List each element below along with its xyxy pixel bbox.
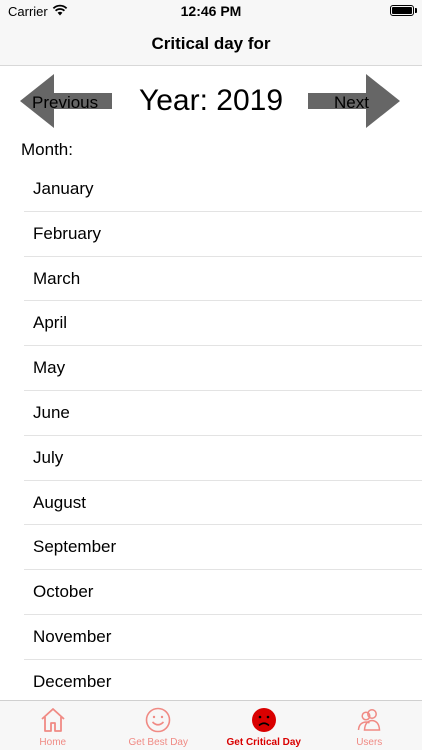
month-item-february[interactable]: February [24, 212, 422, 257]
battery-icon [390, 5, 414, 16]
battery-tip [415, 8, 417, 13]
smile-icon [145, 707, 171, 733]
month-item-august[interactable]: August [24, 481, 422, 526]
status-time: 12:46 PM [180, 3, 242, 19]
year-selector: Previous Year: 2019 Next [0, 70, 422, 132]
tab-get-critical-day-label: Get Critical Day [226, 737, 301, 748]
month-item-april[interactable]: April [24, 301, 422, 347]
next-year-button[interactable]: Next [308, 72, 400, 130]
sad-face-icon [251, 708, 276, 732]
tab-home[interactable]: Home [0, 701, 106, 750]
navigation-bar: Critical day for [0, 22, 422, 66]
month-item-may[interactable]: May [24, 346, 422, 391]
month-heading: Month: [21, 140, 73, 159]
month-item-september[interactable]: September [24, 525, 422, 571]
tab-bar: Home Get Best Day Get Critical Day Users [0, 700, 422, 750]
status-bar: Carrier 12:46 PM [0, 0, 422, 22]
month-item-january[interactable]: January [24, 167, 422, 212]
tab-users[interactable]: Users [317, 701, 422, 750]
tab-home-label: Home [39, 737, 67, 748]
tab-get-best-day-label: Get Best Day [128, 737, 188, 748]
month-item-october[interactable]: October [24, 570, 422, 615]
tab-get-critical-day[interactable]: Get Critical Day [211, 701, 317, 750]
month-item-july[interactable]: July [24, 436, 422, 481]
page-title: Critical day for [151, 34, 271, 53]
home-icon [41, 708, 65, 732]
users-icon [358, 709, 381, 731]
month-item-december[interactable]: December [24, 660, 422, 705]
month-list: January February March April May June Ju… [24, 167, 422, 705]
month-item-november[interactable]: November [24, 615, 422, 660]
month-item-june[interactable]: June [24, 391, 422, 436]
tab-get-best-day[interactable]: Get Best Day [106, 701, 212, 750]
month-item-march[interactable]: March [24, 257, 422, 302]
next-label: Next [334, 93, 369, 112]
tab-users-label: Users [356, 737, 383, 748]
